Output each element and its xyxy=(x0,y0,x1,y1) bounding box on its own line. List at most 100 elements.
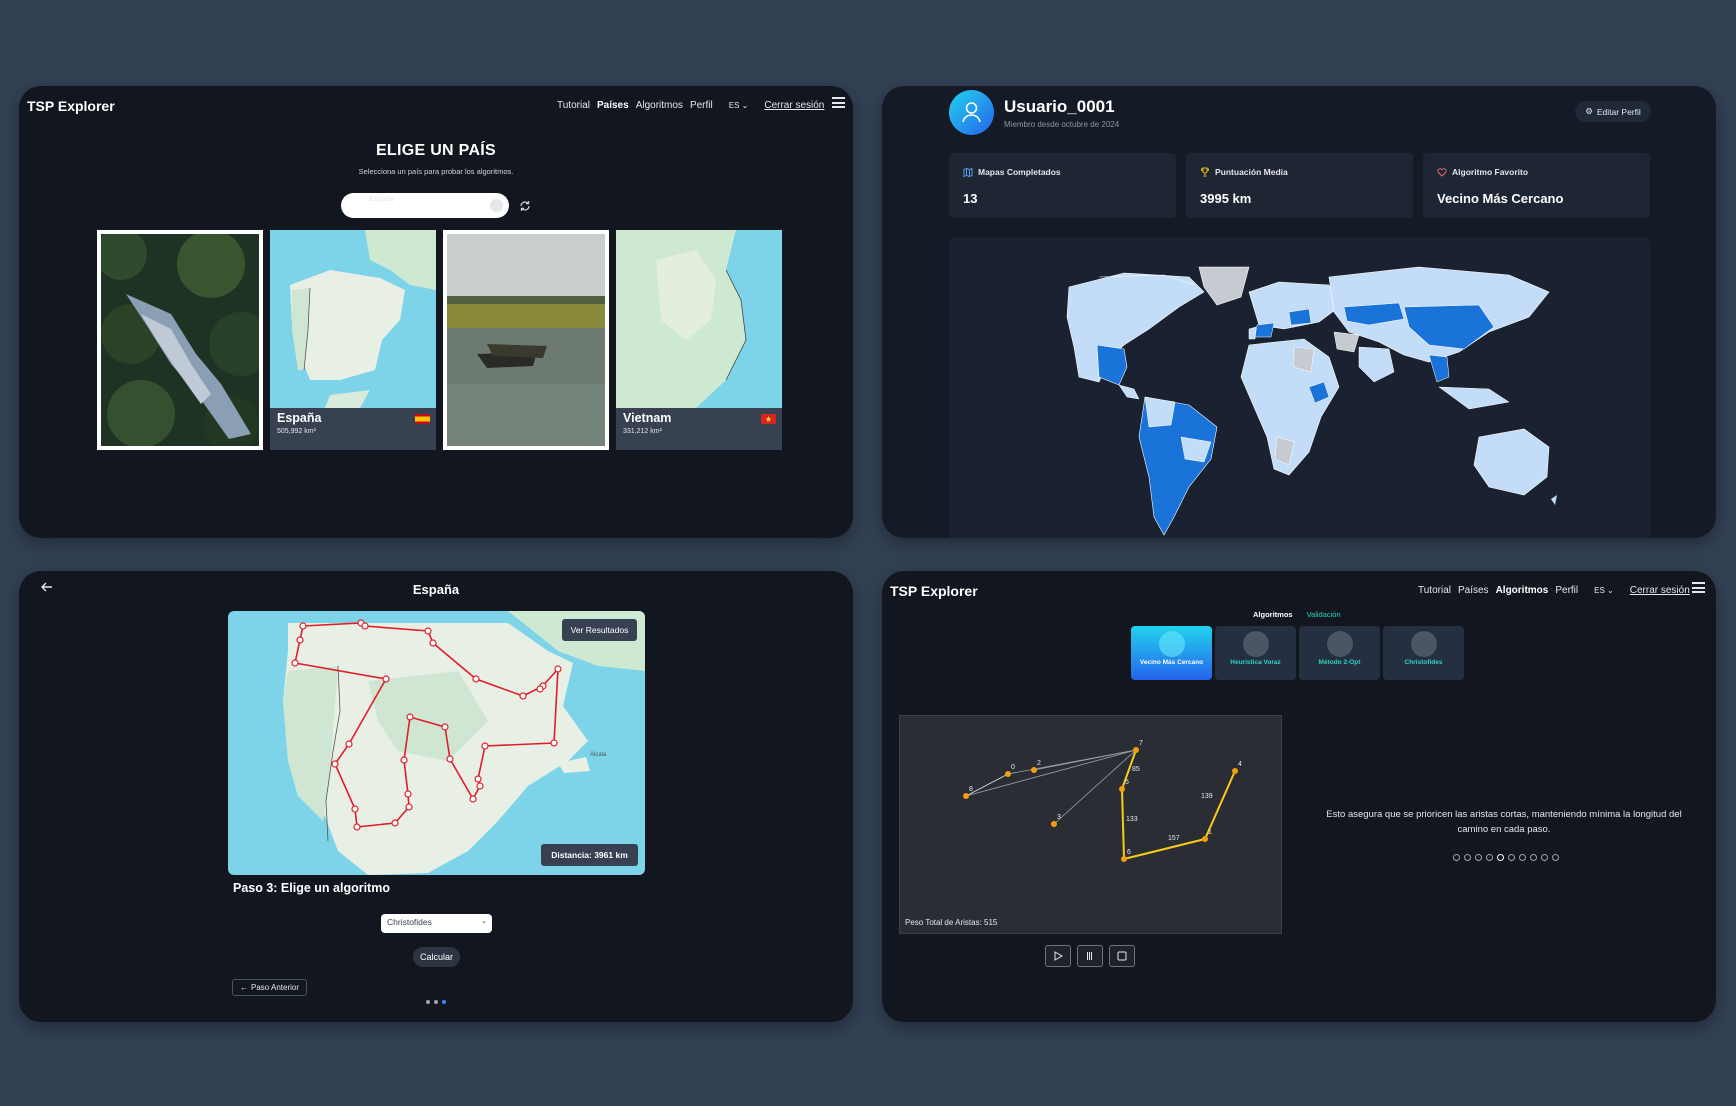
language-selector[interactable]: ES ⌄ xyxy=(1594,586,1614,595)
route-city-marker[interactable] xyxy=(446,755,454,763)
algorithm-card-2opt[interactable]: Método 2-Opt xyxy=(1299,626,1380,680)
country-card[interactable] xyxy=(97,230,263,450)
route-city-marker[interactable] xyxy=(382,675,390,683)
step-dot[interactable] xyxy=(1464,854,1471,861)
graph-node[interactable] xyxy=(1202,836,1208,842)
route-city-marker[interactable] xyxy=(406,713,414,721)
step-dot[interactable] xyxy=(1552,854,1559,861)
page-subtitle: Selecciona un país para probar los algor… xyxy=(358,167,514,176)
route-city-marker[interactable] xyxy=(405,803,413,811)
route-city-marker[interactable] xyxy=(474,775,482,783)
step-dot[interactable] xyxy=(1497,854,1504,861)
refresh-icon[interactable] xyxy=(519,200,531,212)
algorithms-panel: TSP Explorer Tutorial Países Algoritmos … xyxy=(882,571,1716,1022)
graph-canvas[interactable]: 85 133 157 139 0 1 2 3 4 5 6 7 8 Peso Total de Arist… xyxy=(899,715,1282,934)
stat-card-score: Puntuación Media 3995 km xyxy=(1186,153,1413,218)
route-city-marker[interactable] xyxy=(299,622,307,630)
edit-profile-button[interactable]: ⚙ Editar Perfil xyxy=(1575,101,1651,122)
nav-algorithms[interactable]: Algoritmos xyxy=(1496,585,1549,596)
route-city-marker[interactable] xyxy=(472,675,480,683)
route-city-marker[interactable] xyxy=(400,756,408,764)
nav-tutorial[interactable]: Tutorial xyxy=(557,100,590,111)
step-dots[interactable] xyxy=(1453,854,1559,861)
algorithm-card-nearest-neighbor[interactable]: Vecino Más Cercano xyxy=(1131,626,1212,680)
map-icon xyxy=(963,167,973,177)
route-city-marker[interactable] xyxy=(476,782,484,790)
nav-countries[interactable]: Países xyxy=(597,100,629,111)
step-dot[interactable] xyxy=(1486,854,1493,861)
stop-button[interactable] xyxy=(1109,945,1135,967)
route-city-marker[interactable] xyxy=(296,636,304,644)
route-city-marker[interactable] xyxy=(351,805,359,813)
route-city-marker[interactable] xyxy=(554,665,562,673)
algorithm-card-greedy[interactable]: Heurística Voraz xyxy=(1215,626,1296,680)
graph-node[interactable] xyxy=(1005,771,1011,777)
logout-link[interactable]: Cerrar sesión xyxy=(764,100,824,111)
page-title: España xyxy=(412,582,460,597)
route-city-marker[interactable] xyxy=(519,692,527,700)
tab-algorithms[interactable]: Algoritmos xyxy=(1253,610,1293,619)
nav-countries[interactable]: Países xyxy=(1458,585,1489,596)
play-button[interactable] xyxy=(1045,945,1071,967)
route-city-marker[interactable] xyxy=(361,622,369,630)
member-since: Miembro desde octubre de 2024 xyxy=(1004,120,1120,129)
previous-step-button[interactable]: ← Paso Anterior xyxy=(232,979,307,996)
step-dot[interactable] xyxy=(1508,854,1515,861)
hamburger-menu-icon[interactable] xyxy=(832,97,845,108)
logout-link[interactable]: Cerrar sesión xyxy=(1630,585,1690,596)
route-city-marker[interactable] xyxy=(469,795,477,803)
graph-node[interactable] xyxy=(963,793,969,799)
graph-node[interactable] xyxy=(1031,767,1037,773)
calculate-button[interactable]: Calcular xyxy=(413,947,460,967)
graph-node[interactable] xyxy=(1232,768,1238,774)
graph-node[interactable] xyxy=(1119,786,1125,792)
step-dot[interactable] xyxy=(1519,854,1526,861)
nav-algorithms[interactable]: Algoritmos xyxy=(636,100,683,111)
nav-profile[interactable]: Perfil xyxy=(1555,585,1578,596)
country-card-vietnam[interactable]: Vietnam 331,212 km² xyxy=(616,230,782,450)
nav-tutorial[interactable]: Tutorial xyxy=(1418,585,1451,596)
route-city-marker[interactable] xyxy=(404,790,412,798)
hamburger-menu-icon[interactable] xyxy=(1692,582,1705,593)
pause-button[interactable] xyxy=(1077,945,1103,967)
route-city-marker[interactable] xyxy=(391,819,399,827)
node-label: 4 xyxy=(1238,761,1242,768)
step-dot[interactable] xyxy=(1530,854,1537,861)
route-city-marker[interactable] xyxy=(424,627,432,635)
nearest-neighbor-icon xyxy=(1158,631,1185,657)
route-city-marker[interactable] xyxy=(331,760,339,768)
route-city-marker[interactable] xyxy=(481,742,489,750)
algorithm-card-christofides[interactable]: Christofides xyxy=(1383,626,1464,680)
route-city-marker[interactable] xyxy=(441,723,449,731)
step-dot[interactable] xyxy=(1453,854,1460,861)
step-dot[interactable] xyxy=(1475,854,1482,861)
graph-node[interactable] xyxy=(1121,856,1127,862)
nav-profile[interactable]: Perfil xyxy=(690,100,713,111)
country-card[interactable] xyxy=(443,230,609,450)
brand-logo[interactable]: TSP Explorer xyxy=(27,98,115,114)
country-card-spain[interactable]: España 505,992 km² xyxy=(270,230,436,450)
route-map[interactable]: Alcala xyxy=(228,611,645,875)
country-select-panel: TSP Explorer Tutorial Países Algoritmos … xyxy=(19,86,853,538)
world-map[interactable] xyxy=(949,237,1650,538)
node-label: 3 xyxy=(1057,814,1061,821)
route-city-marker[interactable] xyxy=(353,823,361,831)
country-search-input[interactable]: España xyxy=(341,193,509,218)
route-city-marker[interactable] xyxy=(345,740,353,748)
route-city-marker[interactable] xyxy=(550,739,558,747)
route-city-marker[interactable] xyxy=(291,659,299,667)
graph-node[interactable] xyxy=(1133,747,1139,753)
view-results-button[interactable]: Ver Resultados xyxy=(562,619,637,641)
tab-validation[interactable]: Validación xyxy=(1307,610,1341,619)
algorithm-select[interactable]: Christofides ⌄ xyxy=(381,914,492,933)
edge-weight-label: 157 xyxy=(1168,835,1180,842)
step-title: Paso 3: Elige un algoritmo xyxy=(233,881,390,895)
route-city-marker[interactable] xyxy=(429,639,437,647)
brand-logo[interactable]: TSP Explorer xyxy=(890,583,978,599)
graph-node[interactable] xyxy=(1051,821,1057,827)
step-dot[interactable] xyxy=(1541,854,1548,861)
page-title: ELIGE UN PAÍS xyxy=(375,142,497,159)
search-clear-icon[interactable] xyxy=(490,199,503,212)
language-selector[interactable]: ES ⌄ xyxy=(729,101,749,110)
route-city-marker[interactable] xyxy=(536,685,544,693)
